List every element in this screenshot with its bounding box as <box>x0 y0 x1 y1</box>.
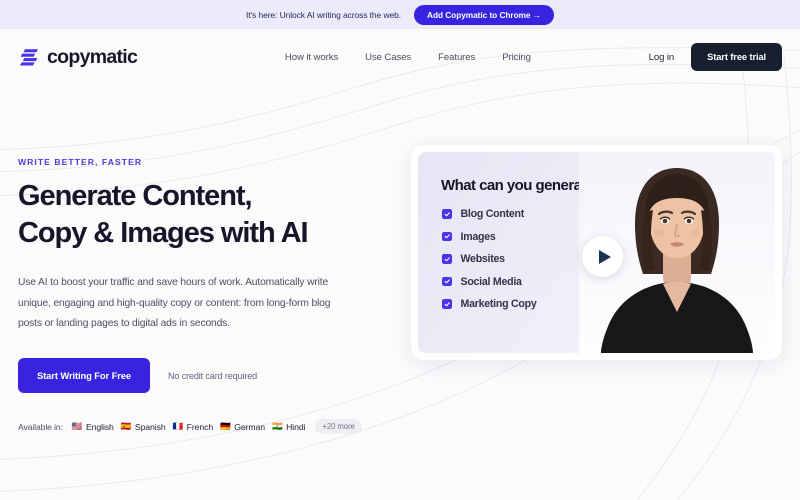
hero-description: Use AI to boost your traffic and save ho… <box>18 277 331 330</box>
languages-label: Available in: <box>18 421 63 432</box>
checkbox-checked-icon <box>442 254 452 264</box>
hero-eyebrow: WRITE BETTER, FASTER <box>18 157 143 167</box>
nav-item-how-it-works[interactable]: How it works <box>285 52 338 63</box>
video-thumbnail: What can you generate? Blog Content Imag… <box>418 152 775 353</box>
flag-icon-english: 🇺🇸 <box>71 421 83 432</box>
checklist-item-websites: Websites <box>442 253 536 265</box>
page-title: Generate Content, Copy & Images with AI <box>18 178 383 252</box>
nav-item-features[interactable]: Features <box>438 52 475 63</box>
brand-name: copymatic <box>47 45 138 68</box>
no-credit-card-note: No credit card required <box>168 370 258 381</box>
checkbox-checked-icon <box>442 299 452 309</box>
checklist-item-blog-content: Blog Content <box>442 208 536 220</box>
checklist-label-marketing-copy: Marketing Copy <box>460 298 537 310</box>
promo-banner: It's here: Unlock AI writing across the … <box>0 0 800 29</box>
checkbox-checked-icon <box>442 209 452 219</box>
headline-line-2: Copy & Images with AI <box>18 217 309 250</box>
hero-cta-row: Start Writing For Free No credit card re… <box>18 358 383 393</box>
site-header: copymatic How it works Use Cases Feature… <box>0 29 800 85</box>
video-card[interactable]: What can you generate? Blog Content Imag… <box>411 145 782 360</box>
more-languages-badge[interactable]: +20 more <box>315 419 362 434</box>
flag-icon-german: 🇩🇪 <box>220 421 231 432</box>
checklist-item-marketing-copy: Marketing Copy <box>442 298 537 310</box>
flag-icon-spanish: 🇪🇸 <box>120 421 132 432</box>
checklist-label-social-media: Social Media <box>460 275 522 288</box>
checklist-label-websites: Websites <box>460 253 506 265</box>
language-label-german: German <box>234 421 266 432</box>
nav-item-pricing[interactable]: Pricing <box>502 52 531 63</box>
checkbox-checked-icon <box>442 276 452 287</box>
play-video-button[interactable] <box>582 236 623 277</box>
main-navigation: How it works Use Cases Features Pricing <box>167 52 648 63</box>
language-item-spanish[interactable]: 🇪🇸 Spanish <box>121 422 166 432</box>
language-item-hindi[interactable]: 🇮🇳 Hindi <box>272 421 306 432</box>
language-item-german[interactable]: 🇩🇪 German <box>220 422 265 432</box>
hero-section: WRITE BETTER, FASTER Generate Content, C… <box>0 85 800 434</box>
language-item-french[interactable]: 🇫🇷 French <box>173 422 214 432</box>
language-item-english[interactable]: 🇺🇸 English <box>72 422 114 432</box>
flag-icon-french: 🇫🇷 <box>172 421 184 432</box>
checklist-label-images: Images <box>460 230 496 243</box>
checkbox-checked-icon <box>442 231 452 242</box>
language-label-spanish: Spanish <box>134 421 166 432</box>
language-label-english: English <box>85 421 114 432</box>
hero-copy: WRITE BETTER, FASTER Generate Content, C… <box>18 145 383 434</box>
start-writing-free-button[interactable]: Start Writing For Free <box>18 358 150 393</box>
checklist-label-blog-content: Blog Content <box>460 208 525 220</box>
copymatic-logo-icon <box>20 49 38 66</box>
play-triangle-icon <box>598 249 611 264</box>
checklist-item-social-media: Social Media <box>442 276 536 288</box>
add-to-chrome-button[interactable]: Add Copymatic to Chrome → <box>414 4 554 25</box>
brand-logo[interactable]: copymatic <box>18 45 138 69</box>
language-label-french: French <box>186 421 214 432</box>
checklist-item-images: Images <box>442 231 536 243</box>
hero-media: What can you generate? Blog Content Imag… <box>411 145 782 434</box>
language-label-hindi: Hindi <box>286 421 306 432</box>
headline-line-1: Generate Content, <box>18 180 253 212</box>
login-link[interactable]: Log in <box>649 52 675 63</box>
available-languages: Available in: 🇺🇸 English 🇪🇸 Spanish 🇫🇷 F… <box>18 419 383 434</box>
start-free-trial-button[interactable]: Start free trial <box>691 43 782 71</box>
generate-checklist: Blog Content Images Websites Social Medi… <box>442 208 537 310</box>
nav-item-use-cases[interactable]: Use Cases <box>365 52 411 63</box>
promo-banner-text: It's here: Unlock AI writing across the … <box>245 9 401 20</box>
flag-icon-hindi: 🇮🇳 <box>272 421 283 432</box>
header-actions: Log in Start free trial <box>649 43 782 71</box>
